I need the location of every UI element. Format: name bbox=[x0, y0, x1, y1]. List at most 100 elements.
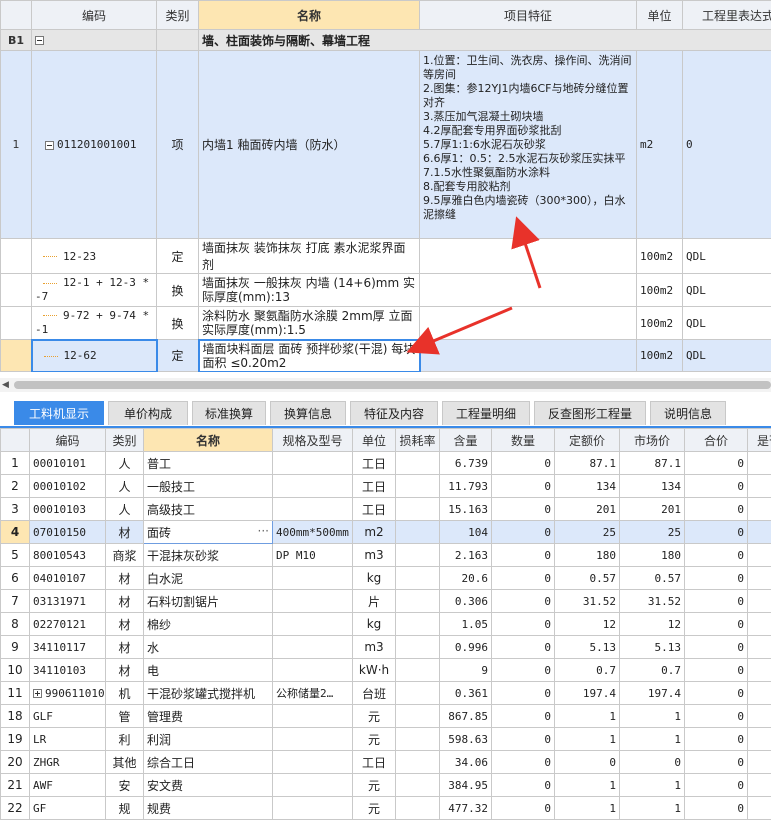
col-header-amount[interactable]: 数量 bbox=[491, 428, 555, 452]
resource-quota-price[interactable]: 1 bbox=[554, 727, 620, 751]
resource-quota-price[interactable]: 31.52 bbox=[554, 589, 620, 613]
resource-code[interactable]: 00010103 bbox=[29, 497, 106, 521]
resource-code[interactable]: 00010101 bbox=[29, 451, 106, 475]
resource-type[interactable]: 利 bbox=[105, 727, 144, 751]
sub-name[interactable]: 墙面抹灰 一般抹灰 内墙 (14+6)mm 实际厚度(mm):13 bbox=[198, 273, 420, 307]
sub-row[interactable]: 9-72 + 9-74 * -1 换 涂料防水 聚氨酯防水涂膜 2mm厚 立面 … bbox=[0, 306, 771, 340]
resource-spec[interactable]: 400mm*500mm bbox=[272, 520, 353, 544]
resource-content[interactable]: 0.996 bbox=[439, 635, 492, 659]
resource-market-price[interactable]: 0 bbox=[619, 750, 685, 774]
resource-name[interactable]: 安文费 bbox=[143, 773, 273, 797]
sub-features[interactable] bbox=[419, 273, 637, 307]
col-header-content[interactable]: 含量 bbox=[439, 428, 492, 452]
resource-amount[interactable]: 0 bbox=[491, 474, 555, 498]
selected-sub-row[interactable]: 12-62 定 墙面块料面层 面砖 预拌砂浆(干混) 每块面积 ≤0.20m2 … bbox=[0, 338, 771, 372]
resource-total[interactable]: 0 bbox=[684, 451, 748, 475]
resource-spec[interactable] bbox=[272, 566, 353, 590]
tab-features-content[interactable]: 特征及内容 bbox=[350, 401, 438, 425]
resource-quota-price[interactable]: 0 bbox=[554, 750, 620, 774]
sub-name[interactable]: 涂料防水 聚氨酯防水涂膜 2mm厚 立面 实际厚度(mm):1.5 bbox=[198, 306, 420, 340]
resource-unit[interactable]: 元 bbox=[352, 796, 396, 820]
resource-spec[interactable] bbox=[272, 474, 353, 498]
resource-quota-price[interactable]: 180 bbox=[554, 543, 620, 567]
resource-amount[interactable]: 0 bbox=[491, 727, 555, 751]
resource-unit[interactable]: 工日 bbox=[352, 451, 396, 475]
item-expr[interactable]: 0 bbox=[682, 50, 771, 239]
resource-loss[interactable] bbox=[395, 589, 440, 613]
resource-spec[interactable] bbox=[272, 750, 353, 774]
resource-row[interactable]: 11 990611010 机干混砂浆罐式搅拌机 公称储量2… 台班 0.361 0 197.4… bbox=[0, 681, 771, 705]
resource-spec[interactable] bbox=[272, 704, 353, 728]
resource-unit[interactable]: m3 bbox=[352, 543, 396, 567]
resource-quota-price[interactable]: 201 bbox=[554, 497, 620, 521]
resource-code[interactable]: 00010102 bbox=[29, 474, 106, 498]
resource-name[interactable]: 电 bbox=[143, 658, 273, 682]
horizontal-scrollbar[interactable]: ◀ bbox=[0, 378, 771, 392]
resource-loss[interactable] bbox=[395, 750, 440, 774]
tab-standard-conversion[interactable]: 标准换算 bbox=[192, 401, 266, 425]
resource-type[interactable]: 材 bbox=[105, 612, 144, 636]
resource-type[interactable]: 其他 bbox=[105, 750, 144, 774]
ellipsis-button[interactable]: ··· bbox=[258, 524, 269, 538]
resource-type[interactable]: 材 bbox=[105, 520, 144, 544]
resource-type[interactable]: 机 bbox=[105, 681, 144, 705]
resource-market-price[interactable]: 0.57 bbox=[619, 566, 685, 590]
resource-row[interactable]: 18 GLF 管管理费元 867.85 0 1 1 0 bbox=[0, 704, 771, 728]
resource-content[interactable]: 34.06 bbox=[439, 750, 492, 774]
resource-content[interactable]: 11.793 bbox=[439, 474, 492, 498]
tab-description[interactable]: 说明信息 bbox=[650, 401, 726, 425]
resource-total[interactable]: 0 bbox=[684, 474, 748, 498]
resource-total[interactable]: 0 bbox=[684, 681, 748, 705]
resource-spec[interactable] bbox=[272, 612, 353, 636]
resource-row[interactable]: 8 02270121 材棉纱 kg 1.05 0 12 12 0 bbox=[0, 612, 771, 636]
resource-quota-price[interactable]: 25 bbox=[554, 520, 620, 544]
resource-loss[interactable] bbox=[395, 796, 440, 820]
resource-spec[interactable] bbox=[272, 658, 353, 682]
collapse-icon[interactable] bbox=[35, 36, 44, 45]
scroll-left-icon[interactable]: ◀ bbox=[2, 380, 9, 390]
resource-name[interactable]: 规费 bbox=[143, 796, 273, 820]
resource-loss[interactable] bbox=[395, 451, 440, 475]
col-header-quota-price[interactable]: 定额价 bbox=[554, 428, 620, 452]
resource-type[interactable]: 材 bbox=[105, 635, 144, 659]
resource-code[interactable]: ZHGR bbox=[29, 750, 106, 774]
resource-name[interactable]: 管理费 bbox=[143, 704, 273, 728]
resource-unit[interactable]: kg bbox=[352, 566, 396, 590]
resource-flag[interactable] bbox=[747, 497, 771, 521]
resource-row[interactable]: 10 34110103 材电 kW·h 9 0 0.7 0.7 0 bbox=[0, 658, 771, 682]
resource-row[interactable]: 20 ZHGR 其他 综合工日 工日 34.06 0 0 0 0 bbox=[0, 750, 771, 774]
resource-content[interactable]: 6.739 bbox=[439, 451, 492, 475]
tab-reverse-lookup[interactable]: 反查图形工程量 bbox=[534, 401, 646, 425]
col-header-expr[interactable]: 工程里表达式 bbox=[682, 0, 771, 30]
resource-code[interactable]: 04010107 bbox=[29, 566, 106, 590]
resource-spec[interactable] bbox=[272, 727, 353, 751]
resource-flag[interactable] bbox=[747, 474, 771, 498]
resource-flag[interactable] bbox=[747, 704, 771, 728]
resource-spec[interactable] bbox=[272, 773, 353, 797]
resource-amount[interactable]: 0 bbox=[491, 635, 555, 659]
resource-unit[interactable]: 元 bbox=[352, 727, 396, 751]
sub-code-cell[interactable]: 12-23 bbox=[31, 238, 157, 274]
resource-code[interactable]: GF bbox=[29, 796, 106, 820]
resource-quota-price[interactable]: 1 bbox=[554, 773, 620, 797]
col-header-name[interactable]: 名称 bbox=[143, 428, 273, 452]
resource-content[interactable]: 384.95 bbox=[439, 773, 492, 797]
resource-spec[interactable] bbox=[272, 589, 353, 613]
resource-loss[interactable] bbox=[395, 727, 440, 751]
resource-flag[interactable] bbox=[747, 612, 771, 636]
resource-code[interactable]: AWF bbox=[29, 773, 106, 797]
resource-row[interactable]: 5 80010543 商浆 干混抹灰砂浆 DP M10 m3 2.163 0 180 180 0 bbox=[0, 543, 771, 567]
resource-unit[interactable]: 元 bbox=[352, 773, 396, 797]
resource-loss[interactable] bbox=[395, 635, 440, 659]
resource-total[interactable]: 0 bbox=[684, 635, 748, 659]
resource-amount[interactable]: 0 bbox=[491, 750, 555, 774]
resource-row[interactable]: 3 00010103 人高级技工 工日 15.163 0 201 201 0 bbox=[0, 497, 771, 521]
sub-expr[interactable]: QDL bbox=[682, 306, 771, 340]
resource-market-price[interactable]: 1 bbox=[619, 796, 685, 820]
col-header-name[interactable]: 名称 bbox=[198, 0, 420, 30]
resource-total[interactable]: 0 bbox=[684, 727, 748, 751]
resource-name[interactable]: 水 bbox=[143, 635, 273, 659]
resource-flag[interactable] bbox=[747, 543, 771, 567]
resource-row[interactable]: 6 04010107 材白水泥 kg 20.6 0 0.57 0.57 0 bbox=[0, 566, 771, 590]
col-header-code[interactable]: 编码 bbox=[29, 428, 106, 452]
